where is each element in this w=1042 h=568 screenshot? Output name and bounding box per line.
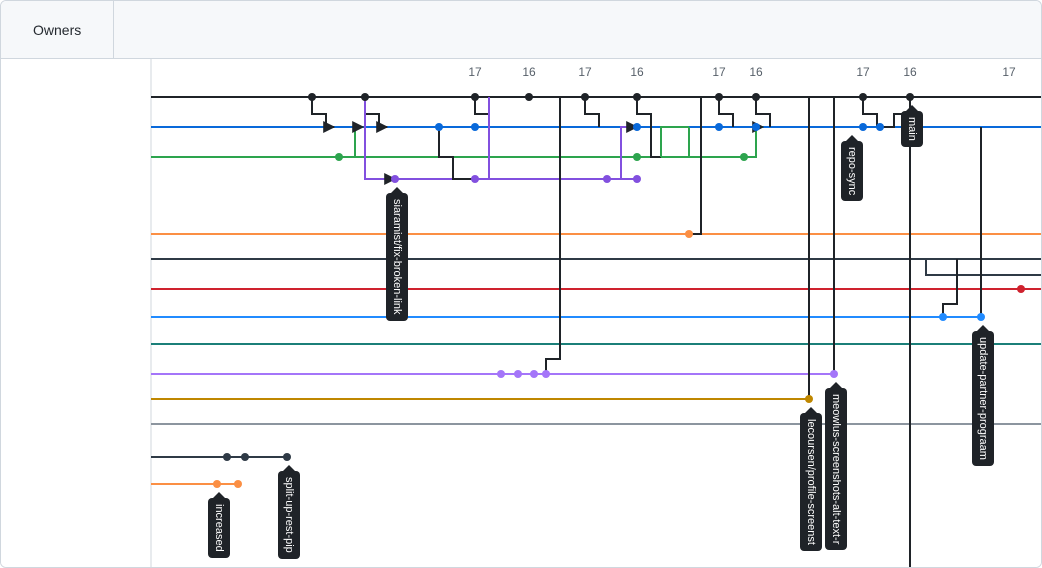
branch-label-split-up[interactable]: split-up-rest-pip	[278, 471, 300, 559]
branch-label-meowlus[interactable]: meowlus-screenshots-alt-text-r	[825, 388, 847, 550]
network-graph[interactable]: 17 16 17 16 17 16 17 16 17	[1, 59, 1041, 567]
commit-dots	[213, 93, 1025, 488]
branch-label-repo-sync[interactable]: repo-sync	[841, 141, 863, 201]
header-bar: Owners	[1, 1, 1041, 59]
branch-label-lecoursen[interactable]: lecoursen/profile-screenst	[800, 413, 822, 551]
branch-label-siaramist[interactable]: siaramist/fix-broken-link	[386, 193, 408, 321]
branch-label-update-partner[interactable]: update-partner-prograam	[972, 331, 994, 466]
branch-label-main[interactable]: main	[901, 111, 923, 147]
tab-label: Owners	[33, 22, 81, 38]
tab-owners[interactable]: Owners	[1, 1, 114, 59]
branch-label-increased[interactable]: increased	[208, 498, 230, 558]
graph-svg	[1, 59, 1042, 568]
